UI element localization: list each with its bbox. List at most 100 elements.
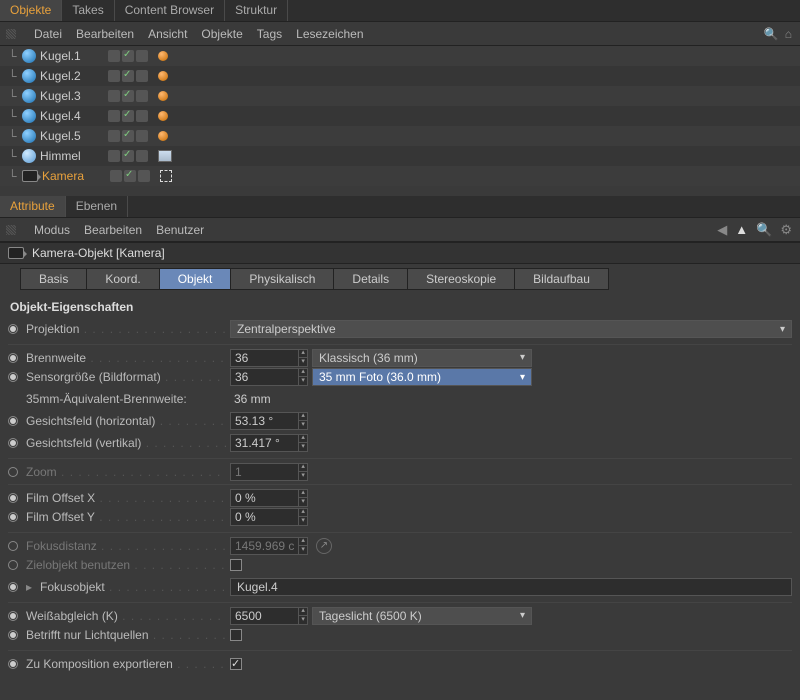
spinner-icon[interactable]: ▴▾ — [298, 537, 307, 555]
menu-lesezeichen[interactable]: Lesezeichen — [296, 27, 363, 41]
spinner-icon[interactable]: ▴▾ — [298, 412, 307, 430]
subtab-stereoskopie[interactable]: Stereoskopie — [407, 268, 514, 290]
compositing-tag-icon[interactable] — [160, 170, 172, 182]
render-dot-icon[interactable] — [136, 150, 148, 162]
menu-bearbeiten[interactable]: Bearbeiten — [76, 27, 134, 41]
anim-dot-icon[interactable] — [8, 630, 18, 640]
menu-bearbeiten[interactable]: Bearbeiten — [84, 223, 142, 237]
nav-up-icon[interactable]: ▲ — [735, 222, 748, 237]
anim-dot-icon[interactable] — [8, 611, 18, 621]
layer-dot-icon[interactable] — [108, 110, 120, 122]
expand-arrow-icon[interactable]: ▸ — [26, 580, 36, 594]
anim-dot-icon[interactable] — [8, 372, 18, 382]
anim-dot-icon[interactable] — [8, 438, 18, 448]
subtab-details[interactable]: Details — [333, 268, 407, 290]
render-dot-icon[interactable] — [136, 110, 148, 122]
tree-row[interactable]: └Kugel.5 — [0, 126, 800, 146]
export-checkbox[interactable] — [230, 658, 242, 670]
tree-row[interactable]: └ Kugel.2 — [0, 66, 800, 86]
subtab-basis[interactable]: Basis — [20, 268, 86, 290]
zielobjekt-checkbox[interactable] — [230, 559, 242, 571]
brennweite-input[interactable]: ▴▾ — [230, 349, 308, 367]
projektion-dropdown[interactable]: Zentralperspektive — [230, 320, 792, 338]
material-tag-icon[interactable] — [158, 51, 168, 61]
tree-toggle-icon[interactable]: └ — [8, 129, 18, 143]
subtab-objekt[interactable]: Objekt — [159, 268, 231, 290]
menu-objekte[interactable]: Objekte — [201, 27, 242, 41]
material-tag-icon[interactable] — [158, 131, 168, 141]
lower-tab-attribute[interactable]: Attribute — [0, 196, 66, 217]
tree-toggle-icon[interactable]: └ — [8, 169, 18, 183]
anim-dot-icon[interactable] — [8, 560, 18, 570]
top-tab-objekte[interactable]: Objekte — [0, 0, 62, 21]
anim-dot-icon[interactable] — [8, 582, 18, 592]
anim-dot-icon[interactable] — [8, 541, 18, 551]
object-name[interactable]: Kamera — [42, 169, 102, 183]
spinner-icon[interactable]: ▴▾ — [298, 368, 307, 386]
visibility-dot-icon[interactable] — [122, 70, 134, 82]
offx-input[interactable]: ▴▾ — [230, 489, 308, 507]
visibility-dot-icon[interactable] — [124, 170, 136, 182]
visibility-dot-icon[interactable] — [122, 50, 134, 62]
offy-input[interactable]: ▴▾ — [230, 508, 308, 526]
zoom-input[interactable]: ▴▾ — [230, 463, 308, 481]
settings-icon[interactable]: ⚙ — [780, 222, 792, 238]
fovv-input[interactable]: ▴▾ — [230, 434, 308, 452]
object-name[interactable]: Kugel.4 — [40, 109, 100, 123]
spinner-icon[interactable]: ▴▾ — [298, 349, 307, 367]
search-icon[interactable]: 🔍 — [756, 222, 772, 238]
fokusdist-input[interactable]: ▴▾ — [230, 537, 308, 555]
tree-row[interactable]: └ Kamera — [0, 166, 800, 186]
spinner-icon[interactable]: ▴▾ — [298, 508, 307, 526]
menu-benutzer[interactable]: Benutzer — [156, 223, 204, 237]
wb-input[interactable]: ▴▾ — [230, 607, 308, 625]
spinner-icon[interactable]: ▴▾ — [298, 607, 307, 625]
layer-dot-icon[interactable] — [110, 170, 122, 182]
tree-toggle-icon[interactable]: └ — [8, 149, 18, 163]
anim-dot-icon[interactable] — [8, 324, 18, 334]
anim-dot-icon[interactable] — [8, 467, 18, 477]
top-tab-struktur[interactable]: Struktur — [225, 0, 288, 21]
visibility-dot-icon[interactable] — [122, 90, 134, 102]
anim-dot-icon[interactable] — [8, 512, 18, 522]
material-tag-icon[interactable] — [158, 111, 168, 121]
visibility-dot-icon[interactable] — [122, 130, 134, 142]
layer-dot-icon[interactable] — [108, 130, 120, 142]
material-tag-icon[interactable] — [158, 91, 168, 101]
tree-toggle-icon[interactable]: └ — [8, 109, 18, 123]
anim-dot-icon[interactable] — [8, 659, 18, 669]
tree-row[interactable]: └Kugel.1 — [0, 46, 800, 66]
sensor-input[interactable]: ▴▾ — [230, 368, 308, 386]
render-dot-icon[interactable] — [136, 70, 148, 82]
subtab-physikalisch[interactable]: Physikalisch — [230, 268, 333, 290]
spinner-icon[interactable]: ▴▾ — [298, 463, 307, 481]
tree-row[interactable]: └ Himmel — [0, 146, 800, 166]
wb-preset-dropdown[interactable]: Tageslicht (6500 K) — [312, 607, 532, 625]
layer-dot-icon[interactable] — [108, 50, 120, 62]
top-tab-content-browser[interactable]: Content Browser — [115, 0, 225, 21]
lights-checkbox[interactable] — [230, 629, 242, 641]
object-name[interactable]: Himmel — [40, 149, 100, 163]
layer-dot-icon[interactable] — [108, 150, 120, 162]
anim-dot-icon[interactable] — [8, 493, 18, 503]
layer-dot-icon[interactable] — [108, 90, 120, 102]
menu-ansicht[interactable]: Ansicht — [148, 27, 187, 41]
subtab-bildaufbau[interactable]: Bildaufbau — [514, 268, 609, 290]
visibility-dot-icon[interactable] — [122, 150, 134, 162]
texture-tag-icon[interactable] — [158, 150, 172, 162]
menu-modus[interactable]: Modus — [34, 223, 70, 237]
tree-toggle-icon[interactable]: └ — [8, 89, 18, 103]
pick-target-icon[interactable]: ↗ — [316, 538, 332, 554]
object-name[interactable]: Kugel.1 — [40, 49, 100, 63]
render-dot-icon[interactable] — [136, 90, 148, 102]
fovh-input[interactable]: ▴▾ — [230, 412, 308, 430]
brennweite-preset-dropdown[interactable]: Klassisch (36 mm) — [312, 349, 532, 367]
object-name[interactable]: Kugel.2 — [40, 69, 100, 83]
search-icon[interactable]: 🔍 — [764, 27, 779, 41]
spinner-icon[interactable]: ▴▾ — [298, 489, 307, 507]
home-icon[interactable]: ⌂ — [785, 27, 792, 41]
visibility-dot-icon[interactable] — [122, 110, 134, 122]
tree-toggle-icon[interactable]: └ — [8, 69, 18, 83]
spinner-icon[interactable]: ▴▾ — [298, 434, 307, 452]
layer-dot-icon[interactable] — [108, 70, 120, 82]
